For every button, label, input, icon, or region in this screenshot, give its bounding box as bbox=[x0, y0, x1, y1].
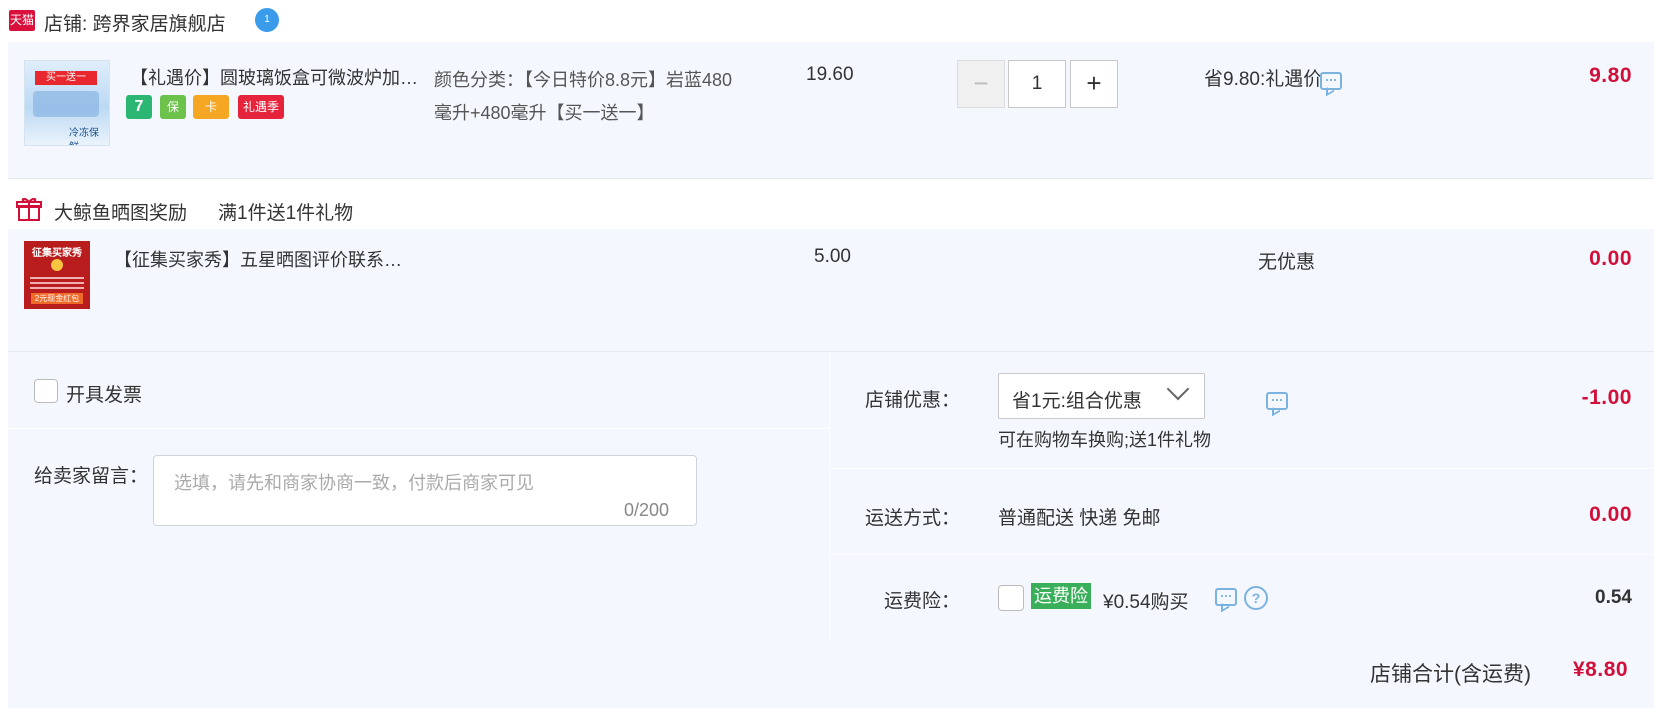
quantity-input[interactable]: 1 bbox=[1008, 60, 1066, 108]
message-icon[interactable] bbox=[1266, 392, 1288, 410]
card-payment-icon[interactable]: 卡 bbox=[193, 95, 229, 119]
product-thumbnail[interactable]: 买一送一 冷冻保鲜 bbox=[24, 60, 110, 146]
thumbnail-product-shape bbox=[33, 91, 99, 117]
shop-header bbox=[0, 0, 1654, 42]
promotion-text: 省9.80:礼遇价 bbox=[1204, 69, 1323, 90]
seller-note-placeholder[interactable]: 选填，请先和商家协商一致，付款后商家可见 bbox=[174, 469, 534, 495]
insurance-badge: 运费险 bbox=[1031, 583, 1091, 609]
invoice-label[interactable]: 开具发票 bbox=[66, 380, 142, 407]
unit-price: 5.00 bbox=[814, 246, 851, 267]
gift-icon bbox=[16, 197, 42, 221]
quantity-increase-button[interactable]: + bbox=[1070, 60, 1118, 108]
shop-name-line[interactable]: 店铺: 跨界家居旗舰店 bbox=[44, 9, 226, 36]
shipping-amount: 0.00 bbox=[1589, 503, 1632, 526]
shop-discount-selected[interactable]: 省1元:组合优惠 bbox=[1012, 386, 1142, 413]
shop-discount-note: 可在购物车换购;送1件礼物 bbox=[998, 430, 1212, 450]
shop-label: 店铺: bbox=[44, 14, 88, 35]
unit-price: 19.60 bbox=[806, 64, 854, 85]
quantity-decrease-button[interactable]: − bbox=[957, 60, 1005, 108]
shop-discount-label: 店铺优惠： bbox=[864, 390, 960, 411]
insurance-label: 运费险： bbox=[883, 591, 960, 612]
thumbnail-text-lines bbox=[30, 277, 84, 279]
shop-total-amount: ¥8.80 bbox=[1573, 658, 1629, 681]
thumbnail-caption: 买一送一 bbox=[35, 71, 97, 85]
invoice-checkbox[interactable] bbox=[34, 379, 58, 403]
message-icon[interactable] bbox=[1320, 72, 1342, 90]
insurance-amount: 0.54 bbox=[1595, 587, 1632, 608]
promotion-text: 无优惠 bbox=[1258, 252, 1316, 273]
tmall-logo: 天猫 bbox=[9, 10, 35, 31]
shipping-label: 运送方式： bbox=[864, 508, 960, 529]
item-total: 0.00 bbox=[1589, 247, 1632, 270]
sku-info: 颜色分类：【今日特价8.8元】岩蓝480毫升+480毫升【买一送一】 bbox=[434, 70, 733, 123]
seller-note-counter: 0/200 bbox=[624, 500, 670, 520]
shop-total-label: 店铺合计(含运费) bbox=[1370, 663, 1531, 686]
thumbnail-caption: 征集买家秀 bbox=[32, 248, 82, 259]
insurance-checkbox[interactable] bbox=[998, 585, 1024, 611]
thumbnail-caption: 2元现金红包 bbox=[31, 293, 83, 304]
product-title-link[interactable]: 【征集买家秀】五星晒图评价联系客服 bbox=[114, 246, 414, 272]
gift-season-badge[interactable]: 礼遇季 bbox=[238, 95, 284, 119]
message-icon[interactable] bbox=[1215, 588, 1237, 606]
shop-name-link[interactable]: 跨界家居旗舰店 bbox=[93, 14, 226, 35]
item-total: 9.80 bbox=[1589, 64, 1632, 87]
insurance-price: ¥0.54购买 bbox=[1103, 592, 1189, 613]
product-title-link[interactable]: 【礼遇价】圆玻璃饭盒可微波炉加热专用 bbox=[130, 64, 430, 90]
help-icon[interactable]: ? bbox=[1244, 586, 1268, 610]
guarantee-icon[interactable]: 保 bbox=[160, 95, 186, 119]
shop-discount-amount: -1.00 bbox=[1581, 386, 1632, 409]
product-thumbnail[interactable]: 征集买家秀 2元现金红包 bbox=[24, 241, 90, 309]
thumbnail-coin-shape bbox=[51, 259, 63, 271]
gift-promo-rule: 满1件送1件礼物 bbox=[218, 203, 354, 224]
thumbnail-caption: 冷冻保鲜 bbox=[69, 128, 99, 145]
seven-day-return-icon[interactable]: 7 bbox=[126, 95, 152, 119]
gift-promo-label: 大鲸鱼晒图奖励 bbox=[54, 203, 188, 224]
shipping-method: 普通配送 快递 免邮 bbox=[998, 508, 1161, 529]
chat-icon[interactable]: 1 bbox=[255, 8, 279, 32]
seller-note-label: 给卖家留言： bbox=[34, 466, 149, 487]
